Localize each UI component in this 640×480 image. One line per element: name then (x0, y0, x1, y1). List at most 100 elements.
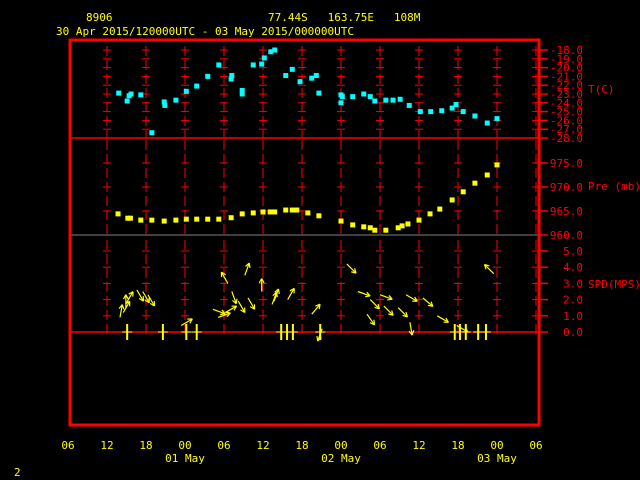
wind-arrow-head (387, 298, 393, 301)
temperature-point (439, 108, 445, 114)
date-label: 01 May (165, 452, 205, 465)
wind-arrow (357, 290, 371, 298)
pressure-point (183, 216, 189, 222)
x-tick-label: 12 (412, 439, 425, 452)
pressure-point (127, 215, 133, 221)
station-location: 77.44S 163.75E 108M (268, 11, 421, 24)
temperature-point (124, 98, 130, 104)
wind-arrow-head (277, 288, 280, 295)
wind-arrow-head (365, 295, 371, 298)
temperature-point (272, 47, 278, 53)
wind-arrow (383, 305, 394, 316)
x-tick-label: 12 (100, 439, 113, 452)
temperature-point (472, 113, 478, 119)
date-label: 02 May (321, 452, 361, 465)
wind-arrow (287, 287, 295, 300)
wind-arrow (118, 304, 125, 318)
time-period: 30 Apr 2015/120000UTC - 03 May 2015/0000… (56, 25, 354, 38)
temperature-point (194, 83, 200, 89)
temperature-point (289, 66, 295, 72)
temperature-point (367, 94, 373, 100)
pressure-point (484, 172, 490, 178)
pressure-point (194, 216, 200, 222)
wind-arrow (422, 297, 434, 307)
pressure-point (216, 216, 222, 222)
pressure-point (239, 211, 245, 217)
wind-arrow (220, 271, 229, 284)
pressure-point (260, 209, 266, 215)
x-tick-label: 06 (373, 439, 386, 452)
wind-arrow (346, 263, 357, 274)
temperature-point (283, 73, 289, 79)
page-number: 2 (14, 466, 21, 479)
wind-arrow-head (220, 313, 226, 316)
pressure-point (115, 211, 121, 217)
temperature-point (116, 90, 122, 96)
temperature-point (494, 116, 500, 122)
wind-arrow (136, 289, 144, 302)
wind-arrow (247, 297, 256, 310)
pressure-tick-label: 960.0 (550, 229, 583, 242)
grid (70, 46, 548, 338)
temperature-point (397, 96, 403, 102)
temperature-point (259, 61, 265, 67)
plot-frame (68, 38, 541, 427)
temperature-point (205, 73, 211, 79)
wind-arrow-head (248, 262, 251, 269)
speed-axis-label: SPD(MPS) (588, 278, 640, 291)
pressure-point (350, 222, 356, 228)
pressure-tick-label: 970.0 (550, 181, 583, 194)
pressure-point (289, 207, 295, 213)
temperature-point (316, 90, 322, 96)
x-tick-label: 00 (178, 439, 191, 452)
temperature-point (428, 109, 434, 115)
pressure-point (173, 217, 179, 223)
temperature-point (149, 130, 155, 136)
temperature-point (173, 97, 179, 103)
pressure-point (316, 213, 322, 219)
pressure-point (305, 210, 311, 216)
wind-arrow (237, 300, 246, 313)
pressure-point (367, 225, 373, 231)
wind_speed-tick-label: 3.0 (563, 277, 583, 290)
pressure-point (460, 189, 466, 195)
temperature-point (297, 79, 303, 85)
wind_speed-tick-label: 0.0 (563, 326, 583, 339)
x-tick-label: 18 (451, 439, 464, 452)
wind-arrow (212, 308, 226, 316)
pressure-point (272, 209, 278, 215)
x-tick-label: 00 (334, 439, 347, 452)
temperature-point (250, 62, 256, 68)
pressure-point (149, 217, 155, 223)
temperature-point (261, 55, 267, 61)
temperature-point (309, 75, 315, 81)
pressure-point (250, 210, 256, 216)
pressure-point (283, 207, 289, 213)
wind-arrow (408, 322, 415, 336)
temperature-point (162, 102, 168, 108)
temperature-point (361, 91, 367, 97)
wind-arrow-head (316, 335, 319, 342)
wind-arrow (225, 305, 238, 314)
wind_speed-tick-label: 2.0 (563, 294, 583, 307)
wind_speed-tick-label: 1.0 (563, 310, 583, 323)
temperature-point (383, 97, 389, 103)
x-tick-label: 18 (295, 439, 308, 452)
temperature-point (313, 73, 319, 79)
wind-arrow (397, 307, 408, 318)
temperature-point (406, 102, 412, 108)
wind-arrow (436, 315, 449, 323)
pressure-point (437, 206, 443, 212)
wind-arrow (311, 303, 321, 315)
pressure-tick-label: 965.0 (550, 205, 583, 218)
temperature-point (338, 100, 344, 106)
x-tick-label: 18 (139, 439, 152, 452)
pressure-point (372, 227, 378, 233)
pressure-tick-label: 975.0 (550, 157, 583, 170)
pressure-point (361, 224, 367, 230)
wind-arrow (231, 291, 238, 305)
x-tick-label: 06 (217, 439, 230, 452)
temperature-point (239, 87, 245, 93)
temperature-point (460, 109, 466, 115)
temperature-point (417, 109, 423, 115)
